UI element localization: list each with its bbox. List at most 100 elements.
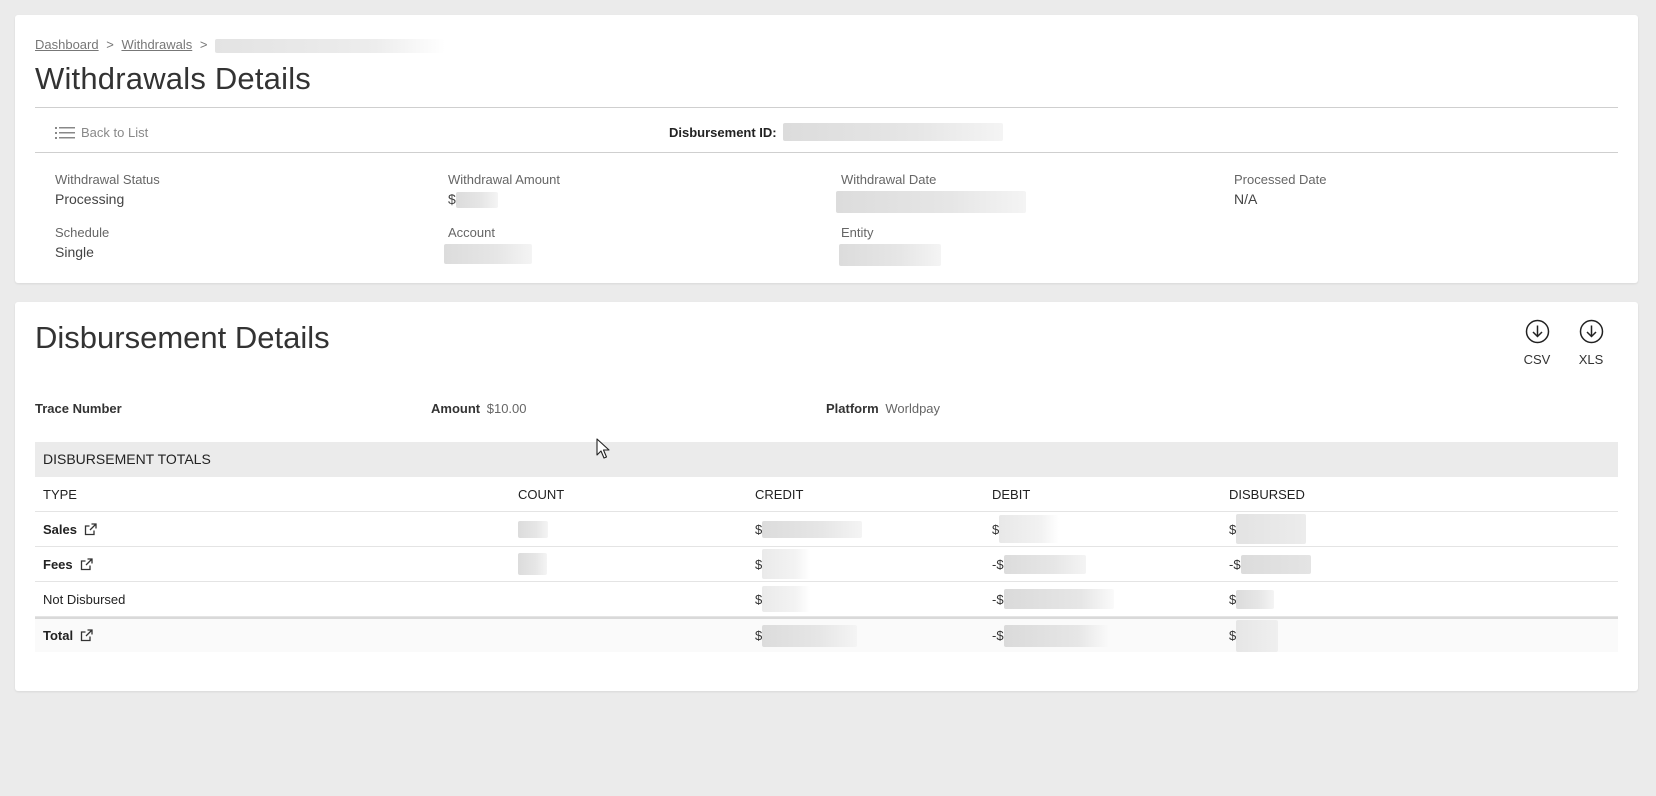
disbursed-cell: $ <box>1221 514 1618 544</box>
column-header: DEBIT <box>992 486 1031 502</box>
withdrawal-status-field: Withdrawal Status Processing <box>55 172 160 207</box>
entity-redacted <box>839 244 941 266</box>
disbursed-cell: $ <box>1221 619 1618 652</box>
debit-cell: $ <box>984 515 1221 543</box>
currency-prefix: $ <box>448 191 456 207</box>
type-name: Total <box>43 628 74 643</box>
back-to-list-button[interactable]: Back to List <box>55 125 148 140</box>
disbursed-cell: $ <box>1221 589 1618 609</box>
disbursed-cell: -$ <box>1221 554 1618 574</box>
section-title: Disbursement Details <box>35 320 330 355</box>
table-header-row: TYPE COUNT CREDIT DEBIT DISBURSED <box>35 477 1618 512</box>
credit-redacted <box>762 586 811 612</box>
type-name: Sales <box>43 521 77 537</box>
count-redacted <box>518 520 548 538</box>
account-field: Account <box>444 225 532 264</box>
entity-field: Entity <box>839 225 941 266</box>
count-redacted <box>518 553 547 575</box>
download-icon <box>1579 319 1603 344</box>
amount-label: Amount <box>431 401 481 416</box>
type-cell: Sales <box>35 522 510 537</box>
column-header: DISBURSED <box>1229 486 1305 502</box>
credit-redacted <box>762 520 863 538</box>
list-icon <box>55 126 75 139</box>
withdrawal-status-value: Processing <box>55 191 125 207</box>
breadcrumb: Dashboard > Withdrawals > <box>35 37 446 53</box>
entity-value <box>839 244 941 266</box>
amount-value: $10.00 <box>486 401 527 416</box>
breadcrumb-dashboard[interactable]: Dashboard <box>35 37 99 52</box>
divider <box>35 107 1618 108</box>
count-cell <box>510 553 747 575</box>
csv-download-button[interactable]: CSV <box>1517 319 1557 367</box>
currency-prefix: $ <box>755 591 763 607</box>
withdrawal-amount-field: Withdrawal Amount $ <box>448 172 560 209</box>
withdrawal-amount-value: $ <box>448 191 560 209</box>
withdrawal-status-label: Withdrawal Status <box>55 172 160 187</box>
currency-prefix: -$ <box>992 556 1004 572</box>
withdrawal-details-card: Dashboard > Withdrawals > Withdrawals De… <box>15 15 1638 283</box>
disbursement-id-value-redacted <box>782 123 1003 141</box>
debit-cell: -$ <box>984 589 1221 609</box>
platform: Platform Worldpay <box>826 401 940 416</box>
withdrawal-date-redacted <box>836 191 1026 213</box>
breadcrumb-separator: > <box>106 37 114 52</box>
withdrawal-amount-redacted <box>455 192 498 209</box>
account-value <box>444 244 532 264</box>
table-heading: DISBURSEMENT TOTALS <box>35 442 1618 477</box>
breadcrumb-current-redacted <box>215 38 446 53</box>
column-header: TYPE <box>43 486 77 502</box>
currency-prefix: -$ <box>1229 556 1241 572</box>
credit-redacted <box>762 549 811 579</box>
currency-prefix: $ <box>1229 628 1237 643</box>
external-link-icon[interactable] <box>80 557 93 571</box>
type-name: Not Disbursed <box>43 591 126 607</box>
withdrawal-date-field: Withdrawal Date <box>836 172 1026 213</box>
external-link-icon[interactable] <box>80 629 93 642</box>
disbursement-id-label: Disbursement ID: <box>669 124 777 140</box>
entity-label: Entity <box>841 225 874 240</box>
withdrawal-amount-label: Withdrawal Amount <box>448 172 560 187</box>
disbursement-amount: Amount $10.00 <box>431 401 527 416</box>
csv-label: CSV <box>1523 352 1551 367</box>
account-redacted <box>444 244 532 264</box>
breadcrumb-withdrawals[interactable]: Withdrawals <box>121 37 192 52</box>
processed-date-field: Processed Date N/A <box>1234 172 1327 207</box>
external-link-icon[interactable] <box>84 522 97 536</box>
table-row: Sales $ $ $ <box>35 512 1618 547</box>
count-cell <box>510 520 747 538</box>
xls-label: XLS <box>1578 352 1604 367</box>
withdrawal-date-value <box>836 191 1026 213</box>
type-cell: Not Disbursed <box>35 592 510 607</box>
debit-cell: -$ <box>984 554 1221 574</box>
column-header: CREDIT <box>755 486 804 502</box>
mouse-cursor-icon <box>596 438 610 459</box>
processed-date-label: Processed Date <box>1234 172 1327 187</box>
disbursed-redacted <box>1236 589 1275 609</box>
currency-prefix: $ <box>1229 591 1237 607</box>
type-cell: Total <box>35 628 510 643</box>
schedule-field: Schedule Single <box>55 225 109 260</box>
credit-cell: $ <box>747 549 984 579</box>
currency-prefix: $ <box>755 556 763 572</box>
breadcrumb-separator: > <box>199 37 208 52</box>
back-to-list-label: Back to List <box>81 125 149 140</box>
credit-redacted <box>762 624 858 647</box>
processed-date-value: N/A <box>1234 191 1258 207</box>
currency-prefix: $ <box>1229 521 1237 537</box>
currency-prefix: $ <box>755 521 763 537</box>
platform-label: Platform <box>826 401 879 416</box>
schedule-label: Schedule <box>55 225 110 240</box>
xls-download-button[interactable]: XLS <box>1571 319 1611 367</box>
disbursed-redacted <box>1240 554 1311 574</box>
download-icon <box>1525 319 1549 344</box>
credit-cell: $ <box>747 624 984 647</box>
debit-cell: -$ <box>984 624 1221 647</box>
table-total-row: Total $ -$ $ <box>35 617 1618 652</box>
debit-redacted <box>1003 554 1086 574</box>
credit-cell: $ <box>747 520 984 538</box>
debit-redacted <box>999 515 1060 543</box>
trace-number: Trace Number <box>35 401 125 416</box>
trace-number-label: Trace Number <box>35 401 122 416</box>
type-name: Fees <box>43 556 73 572</box>
